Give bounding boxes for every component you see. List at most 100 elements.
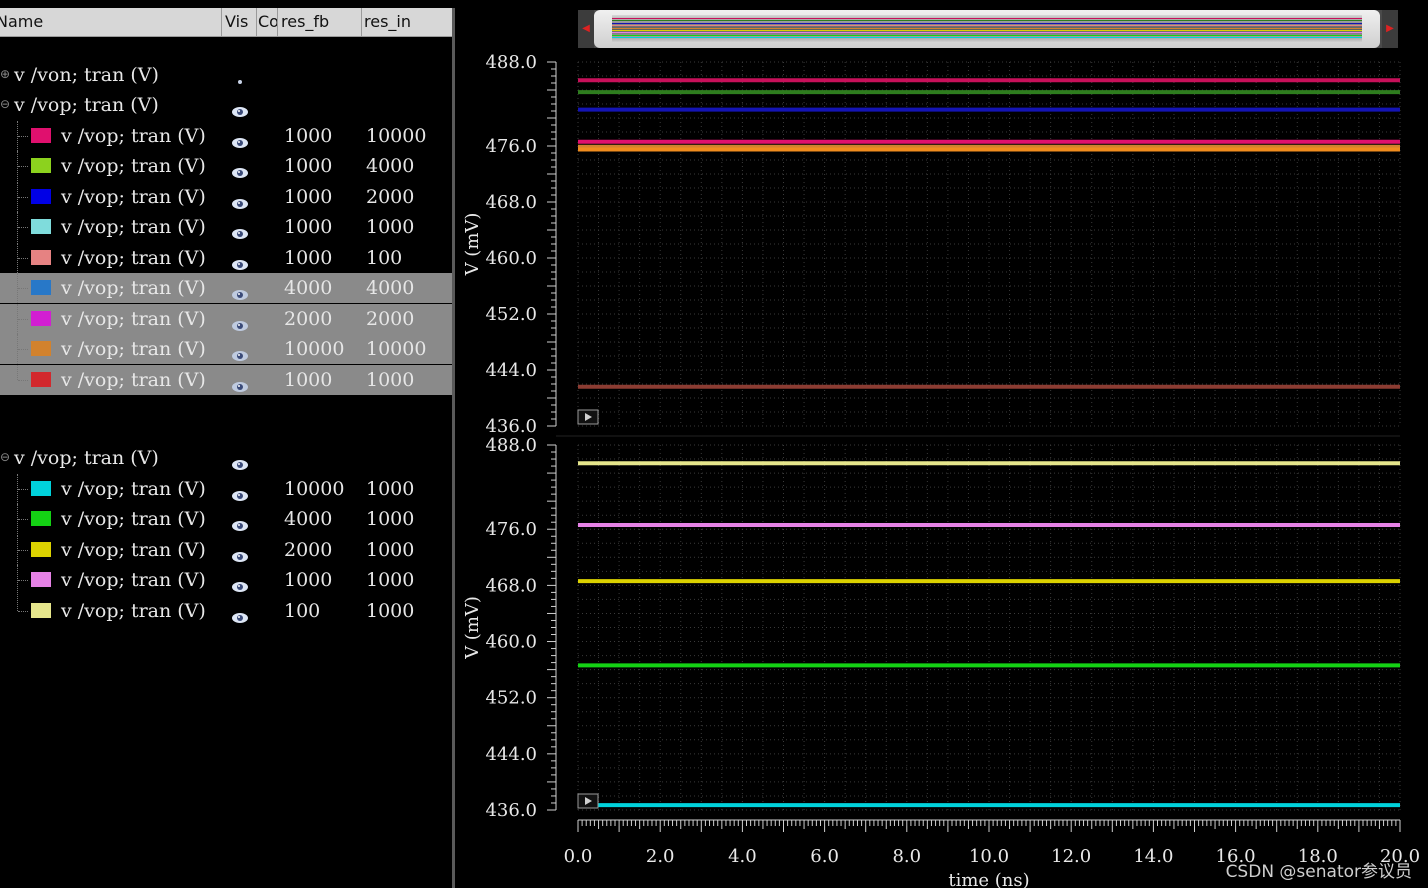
visibility-eye-icon[interactable] <box>231 573 249 592</box>
signal-label: v /vop; tran (V) <box>61 185 206 208</box>
signal-row[interactable]: v /vop; tran (V) 1000 4000 <box>0 151 452 181</box>
res-fb-value: 1000 <box>284 246 333 269</box>
column-name-header[interactable]: Name <box>0 8 222 36</box>
signal-row[interactable]: v /vop; tran (V) 1000 2000 <box>0 181 452 212</box>
tree-branch <box>18 196 28 198</box>
pane-play-box <box>577 793 599 809</box>
visibility-eye-icon[interactable] <box>231 543 249 562</box>
color-swatch[interactable] <box>31 249 51 265</box>
signal-row[interactable]: v /vop; tran (V) 100 1000 <box>0 595 452 626</box>
column-color-header[interactable]: Co <box>257 8 278 36</box>
y-axis-label: V (mV) <box>462 596 483 660</box>
expand-toggle-icon[interactable]: ⊕ <box>0 68 10 81</box>
signal-row[interactable]: v /vop; tran (V) 4000 4000 <box>0 273 452 303</box>
x-tick-label: 2.0 <box>646 846 675 867</box>
signal-row[interactable]: v /vop; tran (V) 1000 10000 <box>0 120 452 151</box>
res-in-value: 1000 <box>366 477 415 500</box>
signal-row[interactable]: v /vop; tran (V) 1000 1000 <box>0 364 452 395</box>
tree-branch <box>18 349 28 350</box>
color-swatch[interactable] <box>31 480 51 496</box>
res-fb-value: 1000 <box>284 185 333 208</box>
color-swatch[interactable] <box>31 158 51 173</box>
res-fb-value: 4000 <box>284 277 333 299</box>
signal-group-row[interactable]: ⊖ v /vop; tran (V) <box>0 443 452 473</box>
signal-group-label: v /vop; tran (V) <box>14 447 159 469</box>
signal-row[interactable]: v /vop; tran (V) 4000 1000 <box>0 504 452 534</box>
signal-label: v /vop; tran (V) <box>61 155 206 177</box>
x-tick-label: 6.0 <box>810 846 839 867</box>
overview-trace <box>612 30 1362 31</box>
visibility-eye-icon[interactable] <box>231 342 249 361</box>
x-tick-label: 12.0 <box>1051 846 1091 867</box>
x-tick-label: 10.0 <box>969 846 1009 867</box>
signal-row[interactable]: v /vop; tran (V) 10000 1000 <box>0 473 452 504</box>
visibility-eye-icon[interactable] <box>231 251 249 270</box>
signal-row[interactable]: v /vop; tran (V) 2000 2000 <box>0 303 452 334</box>
column-header: Name Vis Co res_fb res_in <box>0 8 455 37</box>
res-in-value: 1000 <box>366 569 415 591</box>
signal-row[interactable]: v /vop; tran (V) 2000 1000 <box>0 534 452 565</box>
color-swatch[interactable] <box>31 541 51 557</box>
visibility-eye-icon[interactable] <box>231 220 249 239</box>
visibility-dot-icon[interactable] <box>231 68 249 84</box>
scroll-right-arrow-icon[interactable]: ▶ <box>1382 10 1398 48</box>
column-res-in-header[interactable]: res_in <box>360 8 456 36</box>
visibility-eye-icon[interactable] <box>231 281 249 300</box>
watermark: CSDN @senator参议员 <box>1225 862 1412 882</box>
res-fb-value: 1000 <box>284 569 333 591</box>
scrollbar-overview <box>612 15 1362 43</box>
signal-row[interactable]: v /vop; tran (V) 1000 1000 <box>0 565 452 595</box>
res-fb-value: 2000 <box>284 538 333 561</box>
res-in-value: 4000 <box>366 155 415 177</box>
color-swatch[interactable] <box>31 511 51 526</box>
visibility-eye-icon[interactable] <box>231 312 249 331</box>
res-in-value: 10000 <box>366 338 427 360</box>
color-swatch[interactable] <box>31 602 51 618</box>
visibility-eye-icon[interactable] <box>231 482 249 501</box>
expand-toggle-icon[interactable]: ⊖ <box>0 451 10 464</box>
visibility-eye-icon[interactable] <box>231 98 249 117</box>
signal-row[interactable]: v /vop; tran (V) 1000 1000 <box>0 212 452 242</box>
visibility-eye-icon[interactable] <box>231 451 249 470</box>
panel-splitter[interactable] <box>452 8 455 888</box>
tree-branch <box>18 318 28 320</box>
visibility-eye-icon[interactable] <box>231 159 249 178</box>
visibility-eye-icon[interactable] <box>231 512 249 531</box>
x-axis-label: time (ns) <box>948 870 1029 888</box>
y-tick-label: 444.0 <box>485 744 537 765</box>
y-tick-label: 460.0 <box>485 632 537 653</box>
signal-label: v /vop; tran (V) <box>61 477 206 500</box>
visibility-eye-icon[interactable] <box>231 604 249 623</box>
scroll-left-arrow-icon[interactable]: ◀ <box>578 10 594 48</box>
scrollbar-thumb[interactable] <box>594 10 1380 48</box>
signal-label: v /vop; tran (V) <box>61 277 206 299</box>
signal-row[interactable]: v /vop; tran (V) 10000 10000 <box>0 334 452 364</box>
res-fb-value: 1000 <box>284 368 333 391</box>
res-fb-value: 10000 <box>284 338 345 360</box>
column-vis-header[interactable]: Vis <box>222 8 257 36</box>
visibility-eye-icon[interactable] <box>231 129 249 148</box>
res-in-value: 1000 <box>366 368 415 391</box>
overview-trace <box>612 34 1362 36</box>
color-swatch[interactable] <box>31 371 51 387</box>
color-swatch[interactable] <box>31 188 51 204</box>
signal-group-row[interactable]: ⊖ v /vop; tran (V) <box>0 90 452 120</box>
color-swatch[interactable] <box>31 341 51 356</box>
tree-line <box>17 364 19 380</box>
tree-branch <box>18 549 28 551</box>
signal-row[interactable]: v /vop; tran (V) 1000 100 <box>0 242 452 273</box>
expand-toggle-icon[interactable]: ⊖ <box>0 98 10 111</box>
res-in-value: 1000 <box>366 508 415 530</box>
color-swatch[interactable] <box>31 219 51 234</box>
visibility-eye-icon[interactable] <box>231 190 249 209</box>
signal-browser-panel: Name Vis Co res_fb res_in ⊕ v /von; tran … <box>0 0 455 888</box>
color-swatch[interactable] <box>31 572 51 587</box>
signal-group-label: v /vop; tran (V) <box>14 94 159 116</box>
time-scrollbar[interactable]: ◀ ▶ <box>578 10 1398 48</box>
color-swatch[interactable] <box>31 127 51 143</box>
visibility-eye-icon[interactable] <box>231 373 249 392</box>
color-swatch[interactable] <box>31 310 51 326</box>
color-swatch[interactable] <box>31 280 51 295</box>
signal-group-row[interactable]: ⊕ v /von; tran (V) <box>0 60 452 90</box>
column-res-fb-header[interactable]: res_fb <box>277 8 362 36</box>
